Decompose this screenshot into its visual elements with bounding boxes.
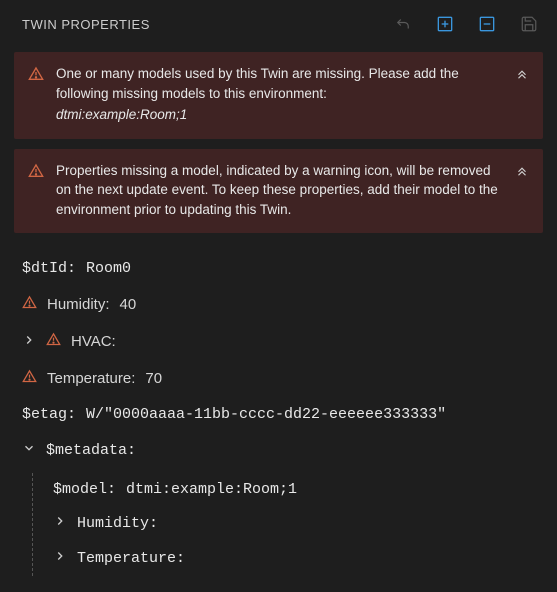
metadata-humidity: Humidity: xyxy=(53,506,539,541)
property-metadata: $metadata: xyxy=(22,432,539,469)
chevron-double-up-icon xyxy=(515,163,529,177)
expand-toggle[interactable] xyxy=(53,549,67,568)
property-key: $dtId: xyxy=(22,260,76,277)
metadata-model: $model: dtmi:example:Room;1 xyxy=(53,473,539,506)
property-dtid: $dtId: Room0 xyxy=(22,251,539,286)
property-key: HVAC: xyxy=(71,333,116,350)
alert-text: One or many models used by this Twin are… xyxy=(56,64,503,125)
expand-toggle[interactable] xyxy=(22,441,36,460)
undo-button[interactable] xyxy=(391,12,415,36)
warning-icon xyxy=(22,295,37,314)
property-value: Room0 xyxy=(86,260,131,277)
chevron-right-icon xyxy=(22,333,36,347)
alert-line1: One or many models used by this Twin are… xyxy=(56,64,503,103)
twin-properties-panel: TWIN PROPERTIES One or many models used … xyxy=(0,0,557,592)
toolbar xyxy=(391,12,541,36)
expand-icon xyxy=(435,14,455,34)
property-humidity: Humidity: 40 xyxy=(22,286,539,323)
warning-icon xyxy=(28,163,44,184)
property-hvac: HVAC: xyxy=(22,323,539,360)
expand-toggle[interactable] xyxy=(53,514,67,533)
property-key: $etag: xyxy=(22,406,76,423)
warning-icon xyxy=(22,369,37,388)
property-key: Humidity: xyxy=(47,296,110,313)
alert-collapse-button[interactable] xyxy=(515,66,529,85)
chevron-right-icon xyxy=(53,514,67,528)
panel-header: TWIN PROPERTIES xyxy=(0,0,557,48)
chevron-down-icon xyxy=(22,441,36,455)
chevron-double-up-icon xyxy=(515,66,529,80)
property-key: Temperature: xyxy=(77,550,185,567)
alert-text: Properties missing a model, indicated by… xyxy=(56,161,503,220)
expand-all-button[interactable] xyxy=(433,12,457,36)
metadata-children: $model: dtmi:example:Room;1 Humidity: Te… xyxy=(32,473,539,576)
property-key: $metadata: xyxy=(46,442,136,459)
alerts-container: One or many models used by this Twin are… xyxy=(0,48,557,233)
alert-line2: dtmi:example:Room;1 xyxy=(56,105,503,125)
save-icon xyxy=(520,15,538,33)
property-key: Humidity: xyxy=(77,515,158,532)
collapse-icon xyxy=(477,14,497,34)
collapse-all-button[interactable] xyxy=(475,12,499,36)
alert-collapse-button[interactable] xyxy=(515,163,529,182)
metadata-temperature: Temperature: xyxy=(53,541,539,576)
save-button[interactable] xyxy=(517,12,541,36)
property-etag: $etag: W/"0000aaaa-11bb-cccc-dd22-eeeeee… xyxy=(22,397,539,432)
property-value: dtmi:example:Room;1 xyxy=(126,481,297,498)
chevron-right-icon xyxy=(53,549,67,563)
alert-missing-properties: Properties missing a model, indicated by… xyxy=(14,149,543,234)
property-key: $model: xyxy=(53,481,116,498)
warning-icon xyxy=(46,332,61,351)
property-temperature: Temperature: 70 xyxy=(22,360,539,397)
property-value: W/"0000aaaa-11bb-cccc-dd22-eeeeee333333" xyxy=(86,406,446,423)
expand-toggle[interactable] xyxy=(22,333,36,351)
panel-title: TWIN PROPERTIES xyxy=(22,17,150,32)
property-value: 40 xyxy=(120,296,137,313)
warning-icon xyxy=(28,66,44,87)
property-value: 70 xyxy=(145,370,162,387)
properties-list: $dtId: Room0 Humidity: 40 HVAC: Temperat… xyxy=(0,243,557,576)
undo-icon xyxy=(394,15,412,33)
alert-missing-models: One or many models used by this Twin are… xyxy=(14,52,543,139)
property-key: Temperature: xyxy=(47,370,135,387)
